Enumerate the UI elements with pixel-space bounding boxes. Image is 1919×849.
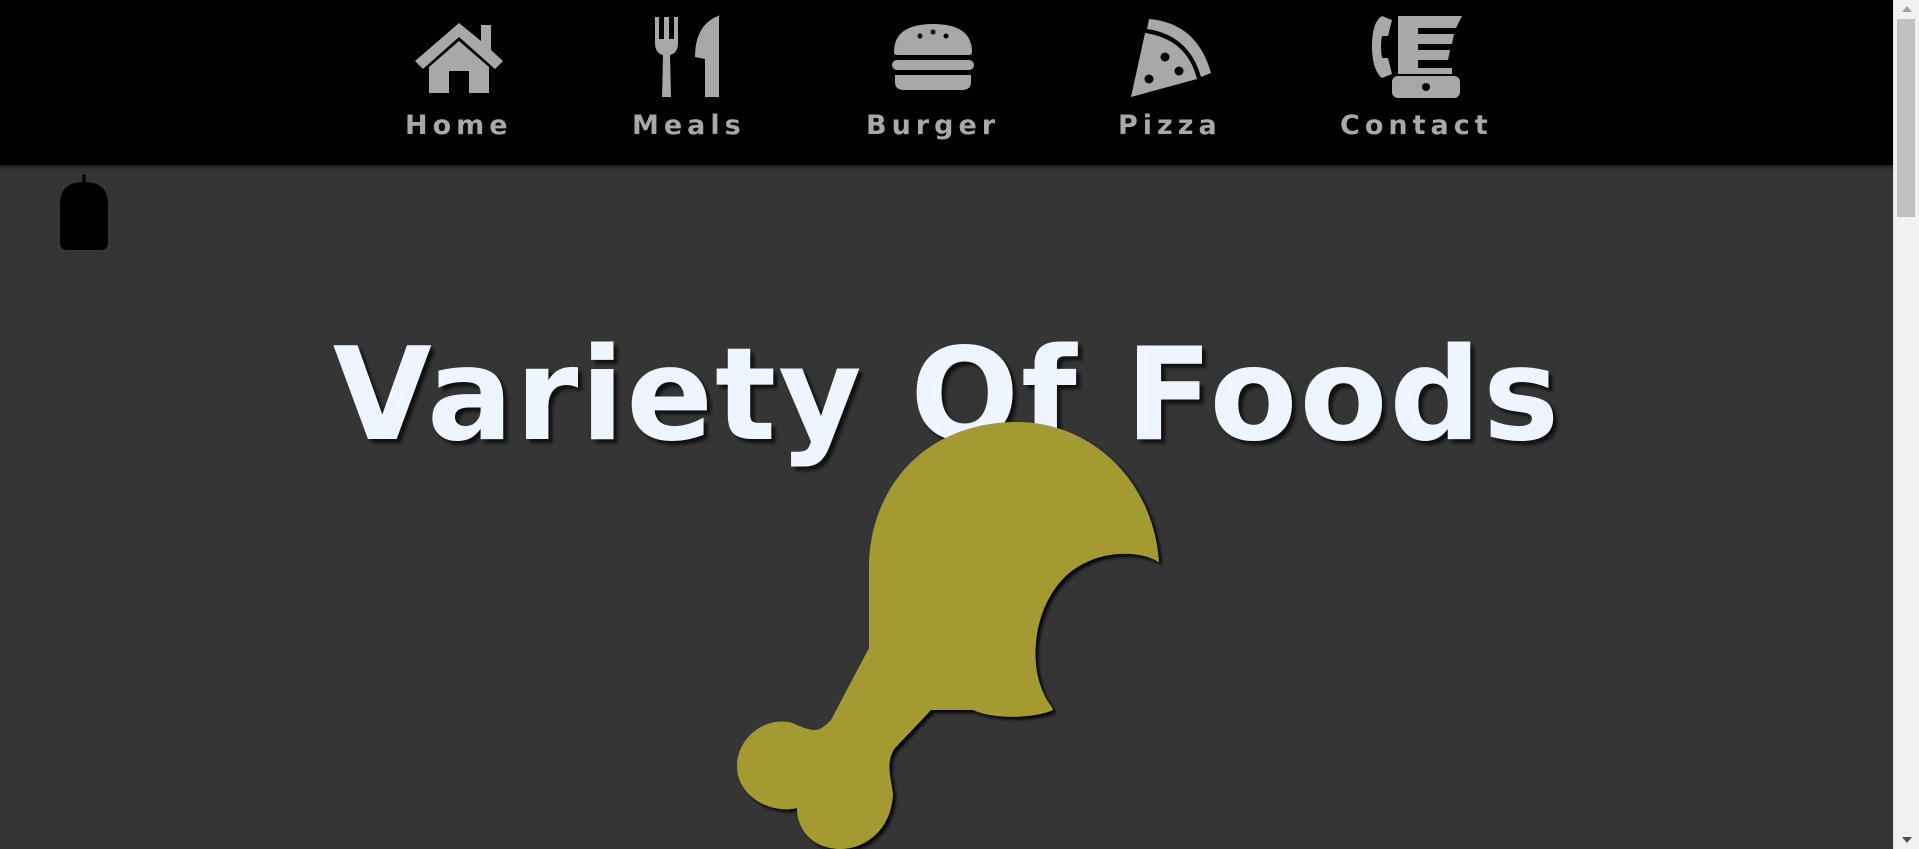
phone-fax-icon <box>1368 12 1464 100</box>
nav-item-pizza[interactable]: Pizza <box>1118 12 1222 139</box>
scroll-down-arrow-icon[interactable] <box>1894 831 1919 849</box>
page: Home Meals Burger Pizza Contact Variety … <box>0 0 1919 849</box>
nav-label-home: Home <box>405 110 513 141</box>
nav-item-burger[interactable]: Burger <box>866 12 1000 139</box>
nav-item-contact[interactable]: Contact <box>1340 12 1493 139</box>
house-icon <box>411 12 507 100</box>
vertical-scrollbar[interactable] <box>1893 0 1919 849</box>
burger-icon <box>890 12 976 100</box>
fork-knife-icon <box>651 12 727 100</box>
nav-item-meals[interactable]: Meals <box>632 12 746 139</box>
mouse-scroll-icon <box>58 174 110 251</box>
nav-label-pizza: Pizza <box>1118 110 1222 141</box>
scroll-up-arrow-icon[interactable] <box>1894 0 1919 18</box>
chicken-leg-icon <box>735 418 1165 849</box>
nav-label-contact: Contact <box>1340 110 1493 141</box>
pizza-slice-icon <box>1127 12 1213 100</box>
nav-label-meals: Meals <box>632 110 746 141</box>
scroll-thumb[interactable] <box>1897 19 1915 217</box>
nav-item-home[interactable]: Home <box>405 12 513 139</box>
top-navbar: Home Meals Burger Pizza Contact <box>0 0 1894 165</box>
nav-label-burger: Burger <box>866 110 1001 141</box>
